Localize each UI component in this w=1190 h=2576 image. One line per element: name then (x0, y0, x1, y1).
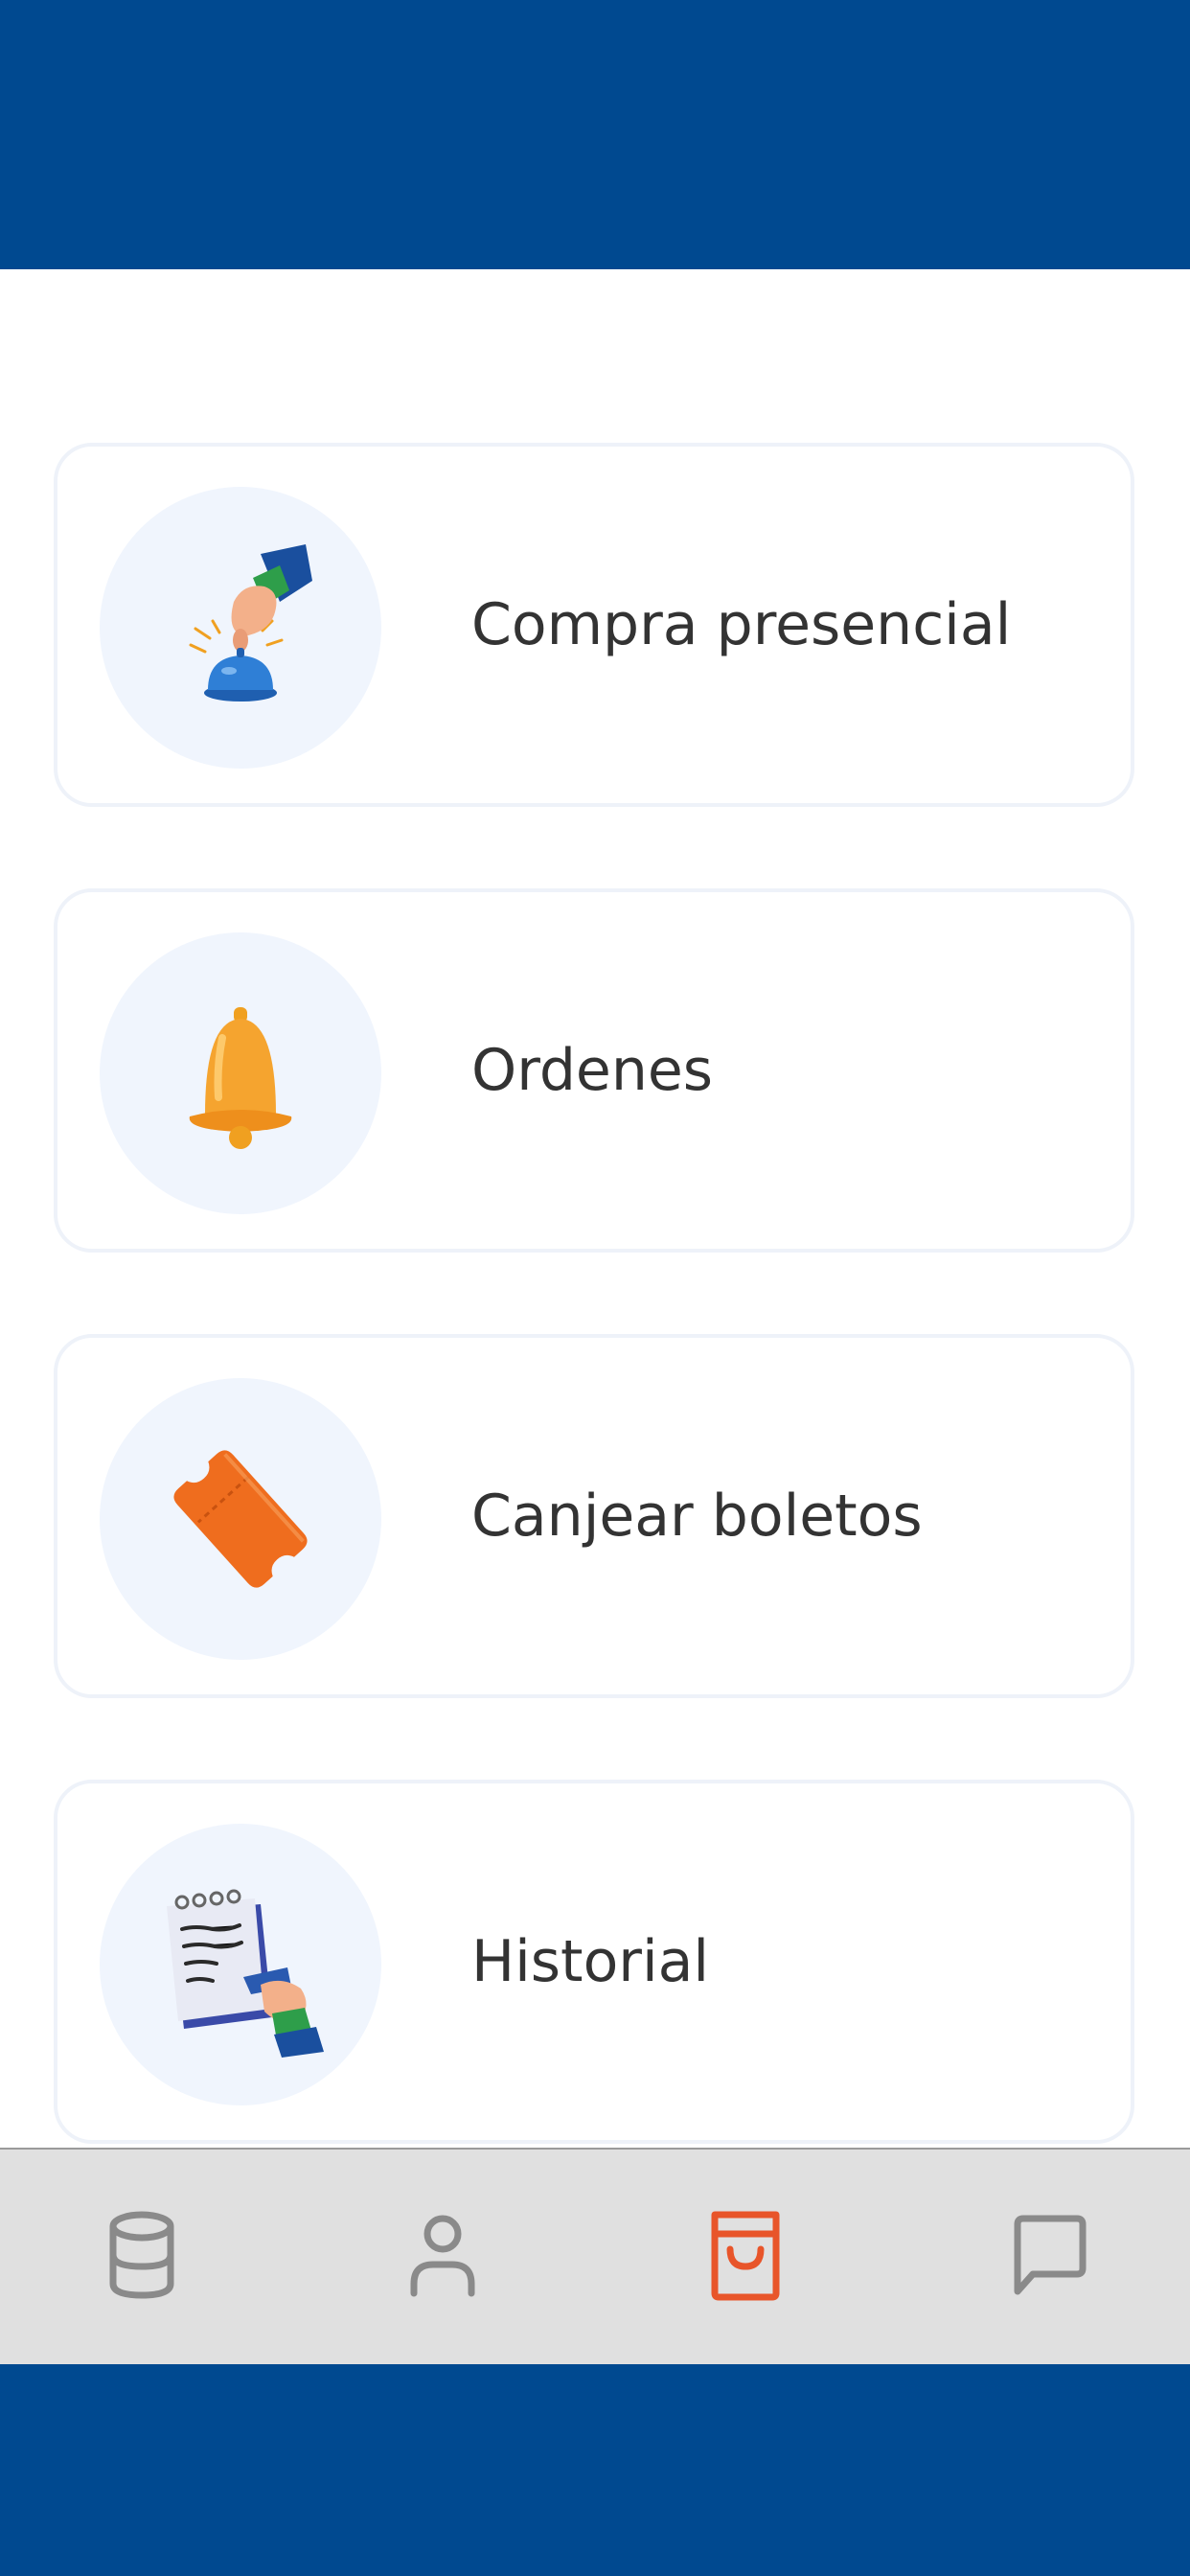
chat-icon (1014, 2215, 1087, 2295)
nav-item-database[interactable] (84, 2197, 199, 2312)
menu-card-label: Historial (471, 1928, 710, 1995)
bottom-navigation-bar (0, 2148, 1190, 2364)
menu-card-historial[interactable]: Historial (54, 1780, 1134, 2144)
nav-item-profile[interactable] (385, 2197, 500, 2312)
top-app-bar (0, 0, 1190, 269)
menu-card-ordenes[interactable]: Ordenes (54, 888, 1134, 1253)
system-bottom-bar (0, 2364, 1190, 2576)
ticket-icon (100, 1378, 381, 1660)
menu-card-canjear-boletos[interactable]: Canjear boletos (54, 1334, 1134, 1698)
nav-item-shop[interactable] (688, 2197, 803, 2312)
main-content: Compra presencial Ordenes Canjear boleto… (0, 269, 1190, 2148)
bell-icon (100, 932, 381, 1214)
user-icon (410, 2215, 475, 2297)
menu-card-label: Compra presencial (471, 591, 1012, 658)
menu-card-label: Ordenes (471, 1037, 714, 1104)
bell-press-icon (100, 487, 381, 769)
shopping-bag-icon (711, 2211, 780, 2301)
menu-card-compra-presencial[interactable]: Compra presencial (54, 443, 1134, 807)
nav-item-messages[interactable] (991, 2197, 1106, 2312)
menu-card-label: Canjear boletos (471, 1483, 923, 1550)
notepad-writing-icon (100, 1824, 381, 2105)
database-icon (109, 2211, 174, 2299)
